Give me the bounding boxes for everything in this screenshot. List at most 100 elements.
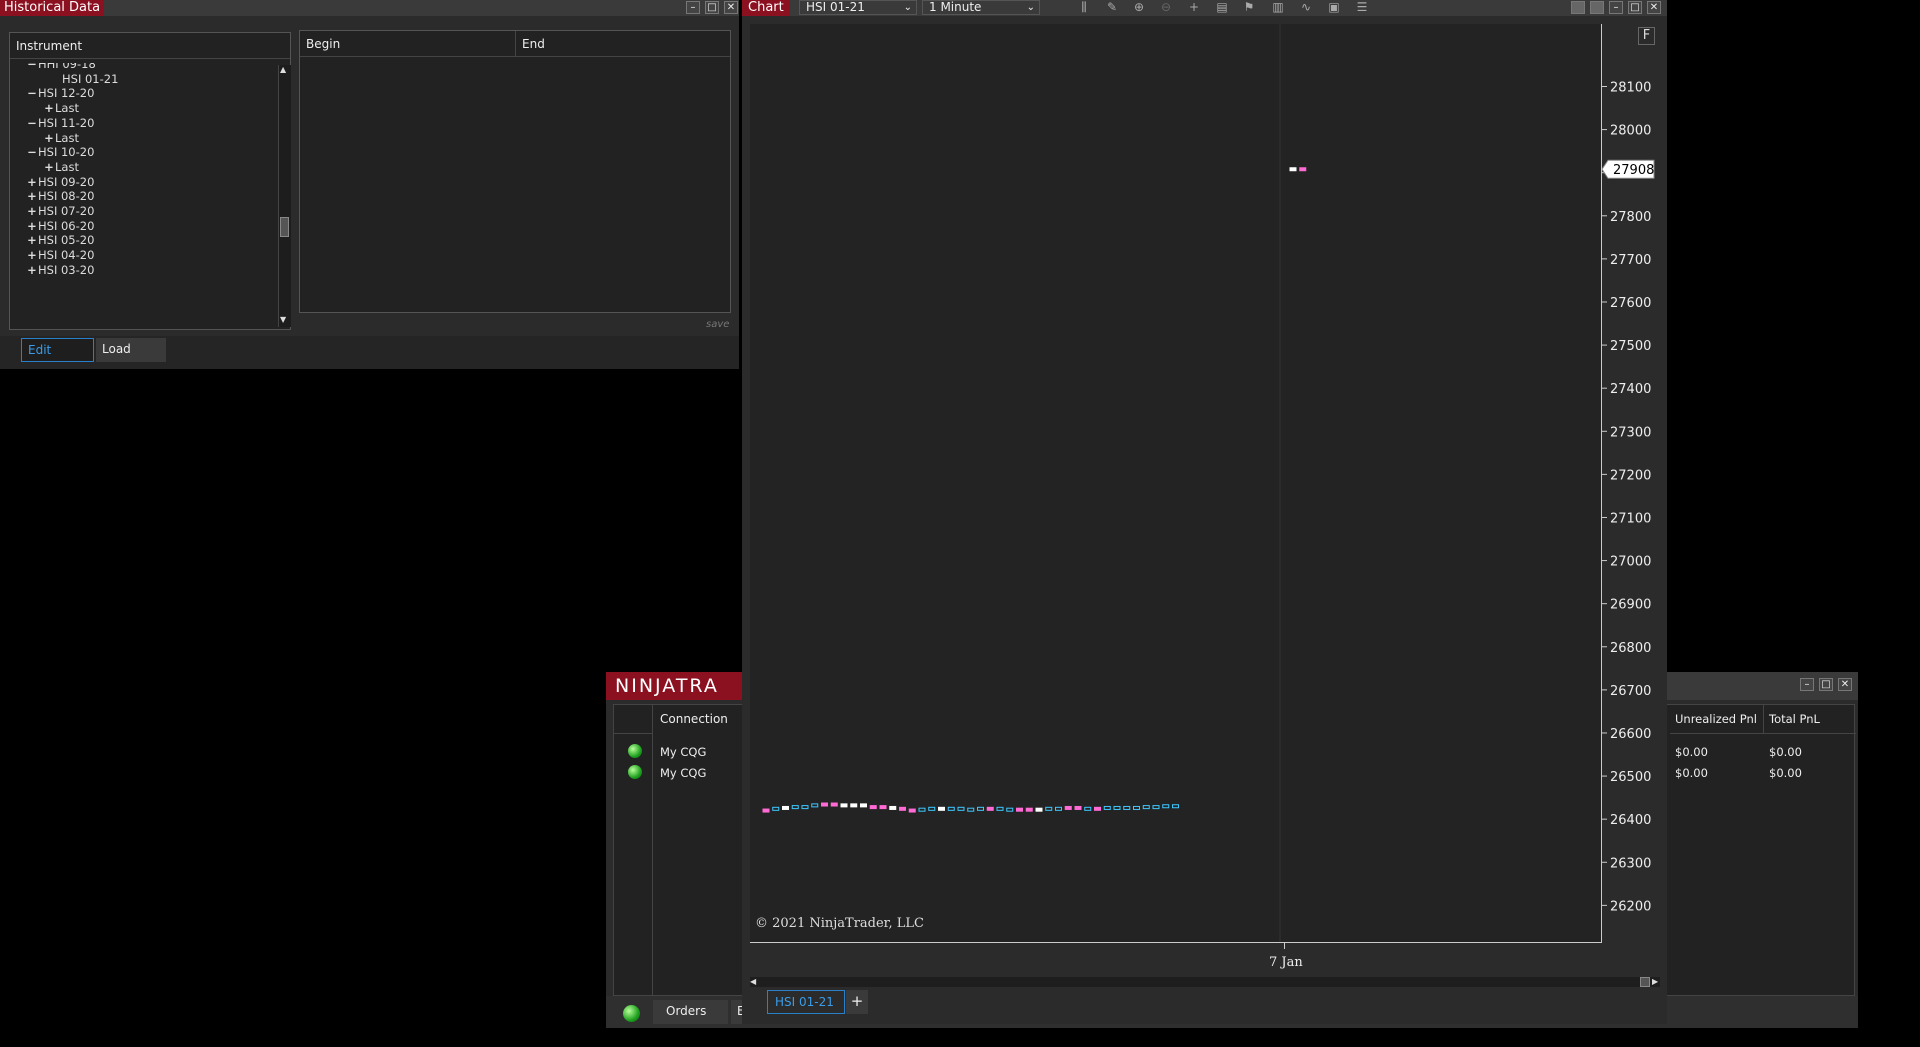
historical-titlebar[interactable]: Historical Data – □ ✕ bbox=[0, 0, 739, 16]
candle-bar bbox=[938, 806, 945, 811]
collapse-icon[interactable]: − bbox=[26, 143, 38, 161]
close-button[interactable]: ✕ bbox=[724, 1, 738, 14]
historical-data-window: Historical Data – □ ✕ Instrument −HHI 09… bbox=[0, 0, 739, 369]
candle-bar bbox=[811, 803, 819, 808]
candle-bar bbox=[1006, 807, 1014, 812]
tree-item-label: HSI 03-20 bbox=[38, 262, 95, 277]
price-tick-label: 26200 bbox=[1610, 899, 1651, 914]
price-tick-label: 26500 bbox=[1610, 770, 1651, 785]
zoom-in-icon[interactable]: ⊕ bbox=[1130, 0, 1148, 15]
instrument-tree[interactable]: −HHI 09-18 HSI 01-21 −HSI 12-20 +Last −HSI 1… bbox=[10, 63, 276, 328]
end-header: End bbox=[516, 31, 730, 57]
chevron-down-icon: ⌄ bbox=[903, 2, 912, 13]
instrument-header: Instrument bbox=[10, 33, 290, 59]
last-price-label: 27908 bbox=[1613, 163, 1654, 178]
save-link[interactable]: save bbox=[706, 319, 729, 330]
chart-close-button[interactable]: ✕ bbox=[1647, 1, 1661, 14]
scroll-up-icon[interactable]: ▲ bbox=[280, 65, 286, 74]
scroll-thumb[interactable] bbox=[280, 217, 289, 237]
chart-title: Chart bbox=[742, 0, 790, 16]
drawing-tool-icon[interactable]: ✎ bbox=[1103, 0, 1121, 15]
zoom-out-icon[interactable]: ⊖ bbox=[1157, 0, 1175, 15]
chart-tile-button[interactable] bbox=[1590, 1, 1604, 14]
candle-bar bbox=[879, 805, 887, 810]
brand-logo: NINJATRA bbox=[615, 675, 719, 697]
chart-trader-icon[interactable]: ⚑ bbox=[1240, 0, 1258, 15]
maximize-button[interactable]: □ bbox=[705, 1, 719, 14]
candle-bar bbox=[1172, 804, 1179, 809]
connection-name: My CQG bbox=[660, 766, 707, 780]
candle-bar bbox=[869, 805, 877, 810]
scroll-left-icon[interactable]: ◀ bbox=[750, 977, 756, 986]
cc-minimize-button[interactable]: – bbox=[1800, 678, 1814, 691]
tab-load[interactable]: Load bbox=[96, 338, 166, 362]
price-tick-label: 27700 bbox=[1610, 253, 1651, 268]
candle-bar bbox=[1133, 805, 1140, 810]
candle-bar bbox=[860, 803, 867, 808]
candle-bar bbox=[1289, 167, 1297, 172]
collapse-icon[interactable]: − bbox=[26, 114, 38, 132]
price-tick-label: 26300 bbox=[1610, 856, 1651, 871]
instrument-selector[interactable]: HSI 01-21 ⌄ bbox=[799, 0, 917, 15]
horizontal-scrollbar[interactable]: ◀ ▶ bbox=[750, 977, 1660, 987]
chart-tab-hsi[interactable]: HSI 01-21 bbox=[767, 990, 845, 1014]
candle-bar bbox=[1064, 805, 1072, 810]
candle-bar bbox=[899, 806, 906, 811]
data-box-icon[interactable]: ▤ bbox=[1213, 0, 1231, 15]
instrument-selector-value: HSI 01-21 bbox=[806, 0, 865, 14]
candle-bar bbox=[1016, 807, 1023, 812]
candle-bar bbox=[947, 806, 955, 811]
minimize-button[interactable]: – bbox=[686, 1, 700, 14]
tree-item[interactable]: +HSI 03-20 bbox=[26, 261, 94, 279]
price-tick-label: 26900 bbox=[1610, 598, 1651, 613]
chart-menu-button[interactable] bbox=[1571, 1, 1585, 14]
candle-bar bbox=[1055, 806, 1062, 811]
tree-scrollbar[interactable]: ▲ ▼ bbox=[278, 65, 291, 327]
collapse-icon[interactable]: − bbox=[26, 84, 38, 102]
snapshot-icon[interactable]: ▣ bbox=[1325, 0, 1343, 15]
indicators-icon[interactable]: ∿ bbox=[1297, 0, 1315, 15]
candle-bar bbox=[967, 807, 975, 812]
cc-maximize-button[interactable]: □ bbox=[1819, 678, 1833, 691]
crosshair-icon[interactable]: + bbox=[1185, 0, 1203, 15]
interval-selector[interactable]: 1 Minute ⌄ bbox=[922, 0, 1040, 15]
candle-bar bbox=[918, 807, 926, 812]
bars-type-icon[interactable]: ⫼ bbox=[1075, 0, 1093, 15]
candlestick-series bbox=[762, 24, 1307, 942]
historical-title: Historical Data bbox=[0, 0, 105, 16]
tab-orders[interactable]: Orders bbox=[653, 1000, 728, 1024]
scroll-thumb[interactable] bbox=[1640, 977, 1650, 987]
candle-bar bbox=[1045, 806, 1053, 811]
expand-icon[interactable]: + bbox=[26, 261, 38, 279]
candle-bar bbox=[762, 808, 770, 813]
candle-bar bbox=[1123, 805, 1131, 810]
candle-bar bbox=[1035, 807, 1043, 812]
price-axis: 2810028000279002780027700276002750027400… bbox=[1602, 80, 1655, 914]
add-tab-button[interactable]: + bbox=[846, 990, 868, 1014]
chart-minimize-button[interactable]: – bbox=[1609, 1, 1623, 14]
scroll-down-icon[interactable]: ▼ bbox=[280, 315, 286, 324]
collapse-icon[interactable]: − bbox=[26, 63, 38, 73]
chart-maximize-button[interactable]: □ bbox=[1628, 1, 1642, 14]
connected-status-icon bbox=[628, 765, 642, 779]
candle-bar bbox=[986, 806, 994, 811]
interval-selector-value: 1 Minute bbox=[929, 0, 982, 14]
unrealized-pnl-value: $0.00 bbox=[1675, 745, 1708, 759]
candle-bar bbox=[821, 802, 828, 807]
candle-bar bbox=[1162, 804, 1170, 809]
chart-window: Chart HSI 01-21 ⌄ 1 Minute ⌄ ⫼ ✎ ⊕ ⊖ + ▤… bbox=[742, 0, 1667, 1024]
candle-bar bbox=[908, 808, 916, 813]
tab-edit[interactable]: Edit bbox=[21, 338, 94, 362]
connection-status-icon bbox=[623, 1005, 640, 1022]
properties-icon[interactable]: ☰ bbox=[1353, 0, 1371, 15]
price-tick-label: 28000 bbox=[1610, 124, 1651, 139]
candle-bar bbox=[850, 803, 858, 808]
strategies-icon[interactable]: ▥ bbox=[1269, 0, 1287, 15]
candle-bar bbox=[830, 802, 838, 807]
cc-close-button[interactable]: ✕ bbox=[1838, 678, 1852, 691]
candle-bar bbox=[889, 805, 897, 810]
candle-bar bbox=[977, 806, 984, 811]
price-plot-area[interactable]: © 2021 NinjaTrader, LLC bbox=[750, 24, 1602, 943]
price-tick-label: 27800 bbox=[1610, 210, 1651, 225]
scroll-right-icon[interactable]: ▶ bbox=[1652, 977, 1658, 986]
